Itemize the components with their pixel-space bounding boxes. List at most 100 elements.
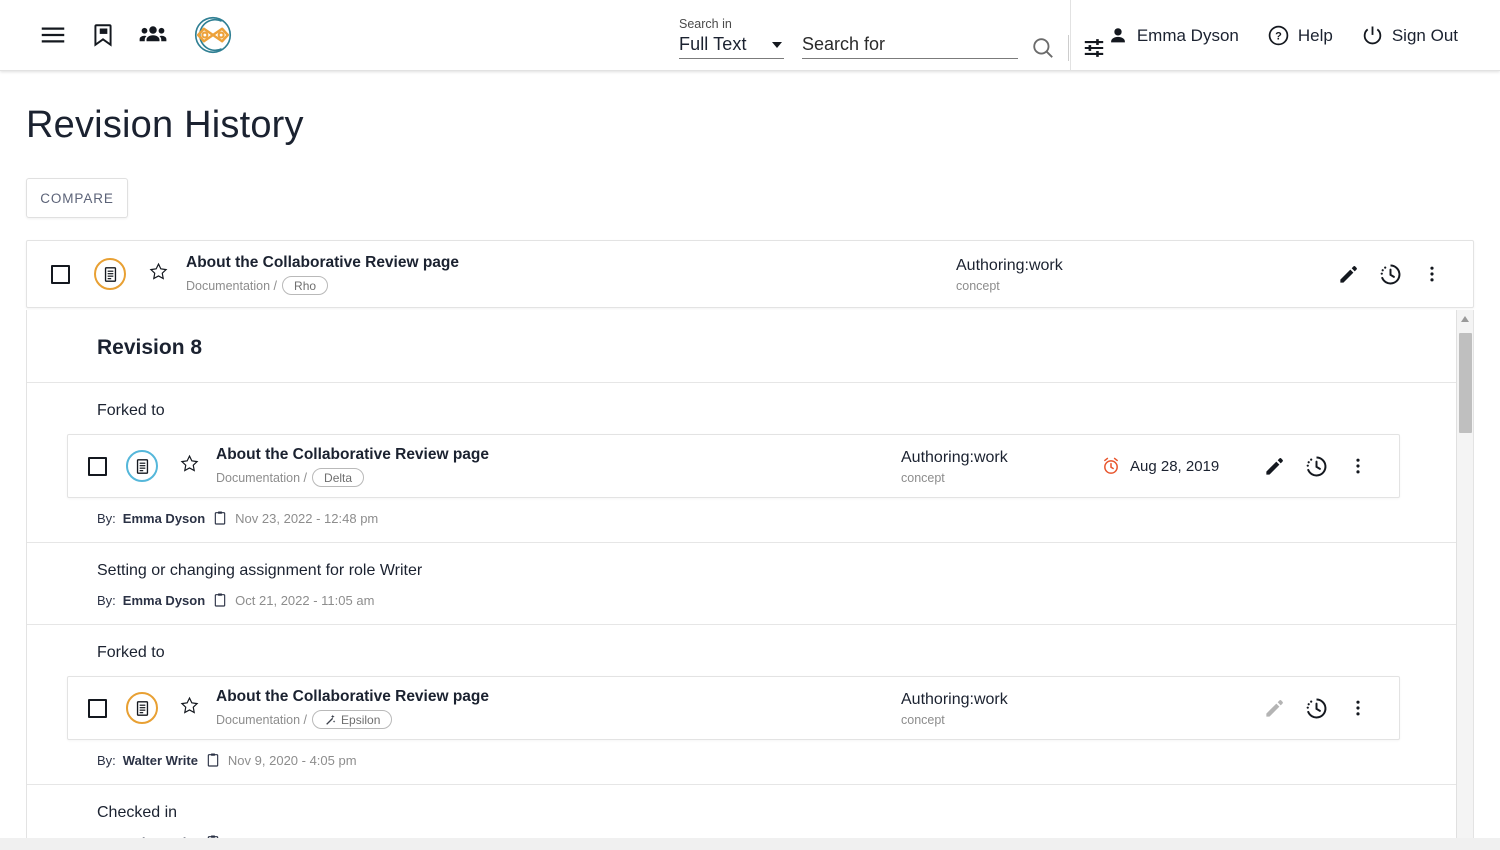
search-icon[interactable] xyxy=(1030,35,1056,61)
revision-event: Forked to About the Collaborative Review… xyxy=(27,625,1460,784)
top-bar-right: Emma Dyson ? Help Sign Out xyxy=(1069,0,1500,71)
user-name: Emma Dyson xyxy=(1136,25,1239,45)
more-options-icon[interactable] xyxy=(1337,698,1379,718)
history-icon[interactable] xyxy=(1295,696,1337,721)
person-icon xyxy=(1110,27,1125,42)
help-button[interactable]: ? Help xyxy=(1253,24,1347,47)
author-name: Emma Dyson xyxy=(122,592,206,608)
document-title[interactable]: About the Collaborative Review page xyxy=(216,445,901,465)
favorite-star-icon[interactable] xyxy=(180,454,199,478)
top-bar-left-icons xyxy=(0,12,236,58)
event-timestamp: Oct 21, 2022 - 11:05 am xyxy=(235,592,375,608)
forked-document-row[interactable]: About the Collaborative Review page Docu… xyxy=(67,434,1400,498)
app-logo-icon[interactable] xyxy=(190,12,236,58)
search-in-dropdown[interactable]: Full Text xyxy=(679,34,784,59)
wand-icon xyxy=(326,714,336,725)
row-checkbox[interactable] xyxy=(87,456,107,476)
by-label: By: xyxy=(97,752,116,768)
document-row[interactable]: About the Collaborative Review page Docu… xyxy=(26,240,1474,308)
author-name: Walter Write xyxy=(122,752,198,768)
workflow-status: Authoring:work xyxy=(901,690,1008,708)
power-icon xyxy=(1363,26,1382,45)
search-in-group: Search in Full Text xyxy=(679,17,784,71)
content-type: concept xyxy=(901,712,945,727)
badge-label: Rho xyxy=(294,278,317,293)
author-name: Emma Dyson xyxy=(122,510,206,526)
event-title: Forked to xyxy=(97,644,165,661)
history-icon[interactable] xyxy=(1295,454,1337,479)
document-breadcrumb: Documentation / Rho xyxy=(186,276,956,295)
event-byline: By: Emma Dyson Oct 21, 2022 - 11:05 am xyxy=(27,580,1460,624)
more-options-icon[interactable] xyxy=(1411,264,1453,284)
help-label: Help xyxy=(1297,25,1333,45)
clipboard-icon xyxy=(214,511,226,525)
chevron-down-icon xyxy=(772,41,782,48)
favorite-star-icon[interactable] xyxy=(180,696,199,720)
scrollbar-track[interactable] xyxy=(1457,327,1474,850)
by-label: By: xyxy=(97,592,116,608)
page-content: Revision History COMPARE About the Colla… xyxy=(0,71,1500,850)
revision-heading: Revision 8 xyxy=(97,336,203,359)
revision-event: Forked to About the Collaborative Review… xyxy=(27,383,1460,542)
event-title: Forked to xyxy=(97,402,165,419)
breadcrumb-text: Documentation / xyxy=(216,470,308,485)
people-icon[interactable] xyxy=(138,20,168,50)
clipboard-icon xyxy=(214,593,226,607)
svg-text:?: ? xyxy=(1275,31,1282,43)
event-byline: By: Emma Dyson Nov 23, 2022 - 12:48 pm xyxy=(27,498,1460,542)
user-menu[interactable]: Emma Dyson xyxy=(1093,25,1253,47)
bookmark-icon[interactable] xyxy=(90,22,116,48)
clipboard-icon xyxy=(207,753,219,767)
favorite-star-icon[interactable] xyxy=(149,262,168,286)
event-timestamp: Nov 9, 2020 - 4:05 pm xyxy=(227,752,357,768)
row-checkbox[interactable] xyxy=(51,264,70,284)
document-title[interactable]: About the Collaborative Review page xyxy=(186,253,956,273)
row-checkbox[interactable] xyxy=(87,698,107,718)
history-icon[interactable] xyxy=(1369,262,1411,287)
sign-out-label: Sign Out xyxy=(1391,25,1458,45)
document-breadcrumb: Documentation / Epsilon xyxy=(216,710,901,729)
by-label: By: xyxy=(97,510,116,526)
document-type-icon[interactable] xyxy=(94,258,126,290)
workflow-status: Authoring:work xyxy=(901,448,1008,466)
sign-out-button[interactable]: Sign Out xyxy=(1347,24,1472,47)
document-type-icon[interactable] xyxy=(126,450,158,482)
document-breadcrumb: Documentation / Delta xyxy=(216,468,901,487)
edit-icon[interactable] xyxy=(1253,455,1295,478)
event-timestamp: Nov 23, 2022 - 12:48 pm xyxy=(235,510,379,526)
content-type: concept xyxy=(901,470,945,485)
status-badge[interactable]: Rho xyxy=(282,276,329,295)
revision-event: Setting or changing assignment for role … xyxy=(27,543,1460,624)
document-type-icon[interactable] xyxy=(126,692,158,724)
search-input[interactable] xyxy=(802,34,1018,55)
badge-label: Delta xyxy=(324,470,353,485)
search-area: Search in Full Text xyxy=(679,0,1107,71)
page-title: Revision History xyxy=(26,104,304,146)
divider xyxy=(1068,35,1069,61)
event-title: Checked in xyxy=(97,804,178,821)
help-icon: ? xyxy=(1268,25,1289,46)
forked-document-row[interactable]: About the Collaborative Review page Docu… xyxy=(67,676,1400,740)
document-title[interactable]: About the Collaborative Review page xyxy=(216,687,901,707)
badge-label: Epsilon xyxy=(341,712,381,727)
status-badge[interactable]: Delta xyxy=(312,468,365,487)
compare-button[interactable]: COMPARE xyxy=(26,178,128,218)
bottom-strip xyxy=(0,838,1500,850)
vertical-scrollbar[interactable] xyxy=(1456,310,1473,850)
due-date: Aug 28, 2019 xyxy=(1130,457,1220,475)
workflow-status: Authoring:work xyxy=(956,256,1063,274)
search-in-label: Search in xyxy=(679,17,732,31)
edit-icon[interactable] xyxy=(1327,263,1369,286)
breadcrumb-text: Documentation / xyxy=(216,712,308,727)
scrollbar-thumb[interactable] xyxy=(1458,333,1472,433)
event-byline: By: Walter Write Nov 9, 2020 - 4:05 pm xyxy=(27,740,1460,784)
top-bar: Search in Full Text Search for Emma Dyso… xyxy=(0,0,1500,71)
due-date-group: Aug 28, 2019 xyxy=(1101,456,1219,476)
revision-panel: Revision 8 Forked to About the Collabora… xyxy=(26,310,1474,850)
more-options-icon[interactable] xyxy=(1337,456,1379,476)
search-input-wrap[interactable] xyxy=(802,34,1018,59)
content-type: concept xyxy=(956,278,1000,293)
status-badge[interactable]: Epsilon xyxy=(312,710,393,729)
menu-icon[interactable] xyxy=(38,20,68,50)
scroll-up-icon[interactable] xyxy=(1457,310,1474,327)
